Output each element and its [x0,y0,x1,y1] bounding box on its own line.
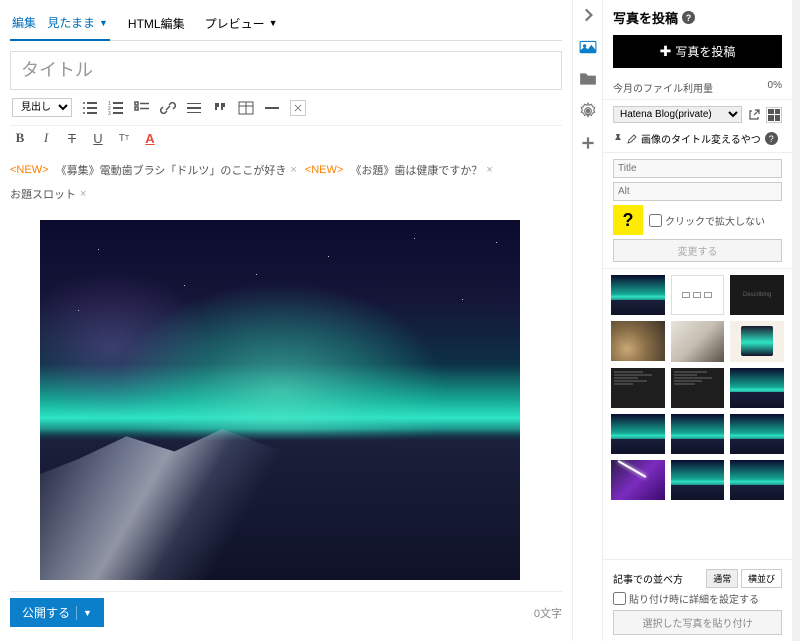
thumb-code[interactable] [671,368,725,408]
clear-format-icon[interactable] [290,100,306,116]
hr-icon[interactable] [264,100,280,116]
editor-canvas[interactable] [10,210,562,591]
thumb-aurora[interactable] [611,275,665,315]
tab-preview[interactable]: プレビュー ▼ [203,8,280,40]
fontsize-icon[interactable]: TT [116,130,132,146]
tab-edit-prefix: 編集 [12,14,36,31]
preview-placeholder-icon: ? [613,205,643,235]
help-icon[interactable]: ? [682,11,695,24]
thumb-aurora[interactable] [730,414,784,454]
photo-icon[interactable] [579,38,597,56]
paste-button[interactable]: 選択した写真を貼り付け [613,610,782,635]
usage-percent: 0% [768,80,782,95]
sidebar-rail [572,0,602,641]
tab-html[interactable]: HTML編集 [126,8,187,40]
gear-icon[interactable] [579,102,597,120]
tab-preview-label: プレビュー [205,15,265,32]
suggest-item-2[interactable]: <NEW> 《お題》歯は健康ですか？× [305,162,493,178]
strike-icon[interactable]: T [64,130,80,146]
thumb-aurora[interactable] [730,460,784,500]
blog-select-row: Hatena Blog(private) [603,100,792,129]
upload-button[interactable]: ✚写真を投稿 [613,35,782,68]
tab-edit[interactable]: 編集 見たまま ▼ [10,8,110,41]
panel-header: 写真を投稿? [603,0,792,35]
thumb-aurora[interactable] [671,460,725,500]
textcolor-icon[interactable]: A [142,130,158,146]
detail-checkbox[interactable]: 貼り付け時に詳細を設定する [613,591,782,606]
editor-footer: 公開する▼ 0文字 [10,591,562,633]
editor-main: 編集 見たまま ▼ HTML編集 プレビュー ▼ 見出し 123 B I T U… [0,0,572,641]
no-expand-checkbox[interactable]: クリックで拡大しない [649,213,765,228]
heading-select[interactable]: 見出し [12,98,72,117]
char-count: 0文字 [534,605,562,621]
pin-icon [613,134,623,144]
help-icon[interactable]: ? [765,132,778,145]
underline-icon[interactable]: U [90,130,106,146]
blog-select[interactable]: Hatena Blog(private) [613,106,742,123]
plus-icon[interactable] [579,134,597,152]
thumb-photo[interactable] [671,321,725,361]
inserted-image-aurora[interactable] [40,220,520,580]
layout-normal-button[interactable]: 通常 [706,569,738,588]
quote-icon[interactable] [212,100,228,116]
close-icon[interactable]: × [290,164,296,176]
scrollbar[interactable] [792,0,800,641]
image-title-tool: 画像のタイトル変えるやつ ? [603,129,792,153]
publish-button[interactable]: 公開する▼ [10,598,104,627]
list-check-icon[interactable] [134,100,150,116]
layout-horizontal-button[interactable]: 横並び [741,569,782,588]
suggest-item-1[interactable]: <NEW> 《募集》電動歯ブラシ「ドルツ」のここが好き× [10,162,297,178]
thumbnails-grid: Describing [603,269,792,559]
italic-icon[interactable]: I [38,130,54,146]
image-title-input[interactable] [613,159,782,178]
readmore-icon[interactable] [186,100,202,116]
thumb-photo[interactable] [611,321,665,361]
suggest-slot[interactable]: お題スロット× [10,186,86,202]
grid-view-icon[interactable] [766,107,782,123]
thumb-purple[interactable] [611,460,665,500]
external-link-icon[interactable] [748,109,760,121]
arrange-label: 記事での並べ方 [613,571,683,586]
close-icon[interactable]: × [80,188,86,200]
close-icon[interactable]: × [486,164,492,176]
chevron-down-icon: ▼ [269,18,278,28]
collapse-icon[interactable] [579,6,597,24]
image-alt-input[interactable] [613,182,782,201]
usage-row: 今月のファイル利用量0% [603,76,792,100]
suggestions-bar: <NEW> 《募集》電動歯ブラシ「ドルツ」のここが好き× <NEW> 《お題》歯… [10,154,562,210]
list-unordered-icon[interactable] [82,100,98,116]
list-ordered-icon[interactable]: 123 [108,100,124,116]
image-form: ? クリックで拡大しない 変更する [603,153,792,269]
table-icon[interactable] [238,100,254,116]
svg-text:3: 3 [108,111,111,116]
thumb-text[interactable]: Describing [730,275,784,315]
folder-icon[interactable] [579,70,597,88]
thumb-aurora[interactable] [671,414,725,454]
toolbar-row2: B I T U TT A [10,126,562,154]
tab-edit-label: 見たまま [47,14,95,31]
thumb-layout[interactable] [671,275,725,315]
editor-tabs: 編集 見たまま ▼ HTML編集 プレビュー ▼ [10,8,562,41]
change-button[interactable]: 変更する [613,239,782,262]
post-title-input[interactable] [10,51,562,90]
thumb-tablet[interactable] [730,321,784,361]
link-icon[interactable] [160,100,176,116]
thumb-aurora[interactable] [611,414,665,454]
chevron-down-icon: ▼ [99,18,108,28]
photo-panel: 写真を投稿? ✚写真を投稿 今月のファイル利用量0% Hatena Blog(p… [602,0,792,641]
thumb-code[interactable] [611,368,665,408]
edit-icon [627,134,637,144]
thumb-aurora[interactable] [730,368,784,408]
toolbar: 見出し 123 [10,90,562,126]
panel-footer: 記事での並べ方 通常 横並び 貼り付け時に詳細を設定する 選択した写真を貼り付け [603,559,792,641]
bold-icon[interactable]: B [12,130,28,146]
chevron-down-icon: ▼ [83,608,92,618]
